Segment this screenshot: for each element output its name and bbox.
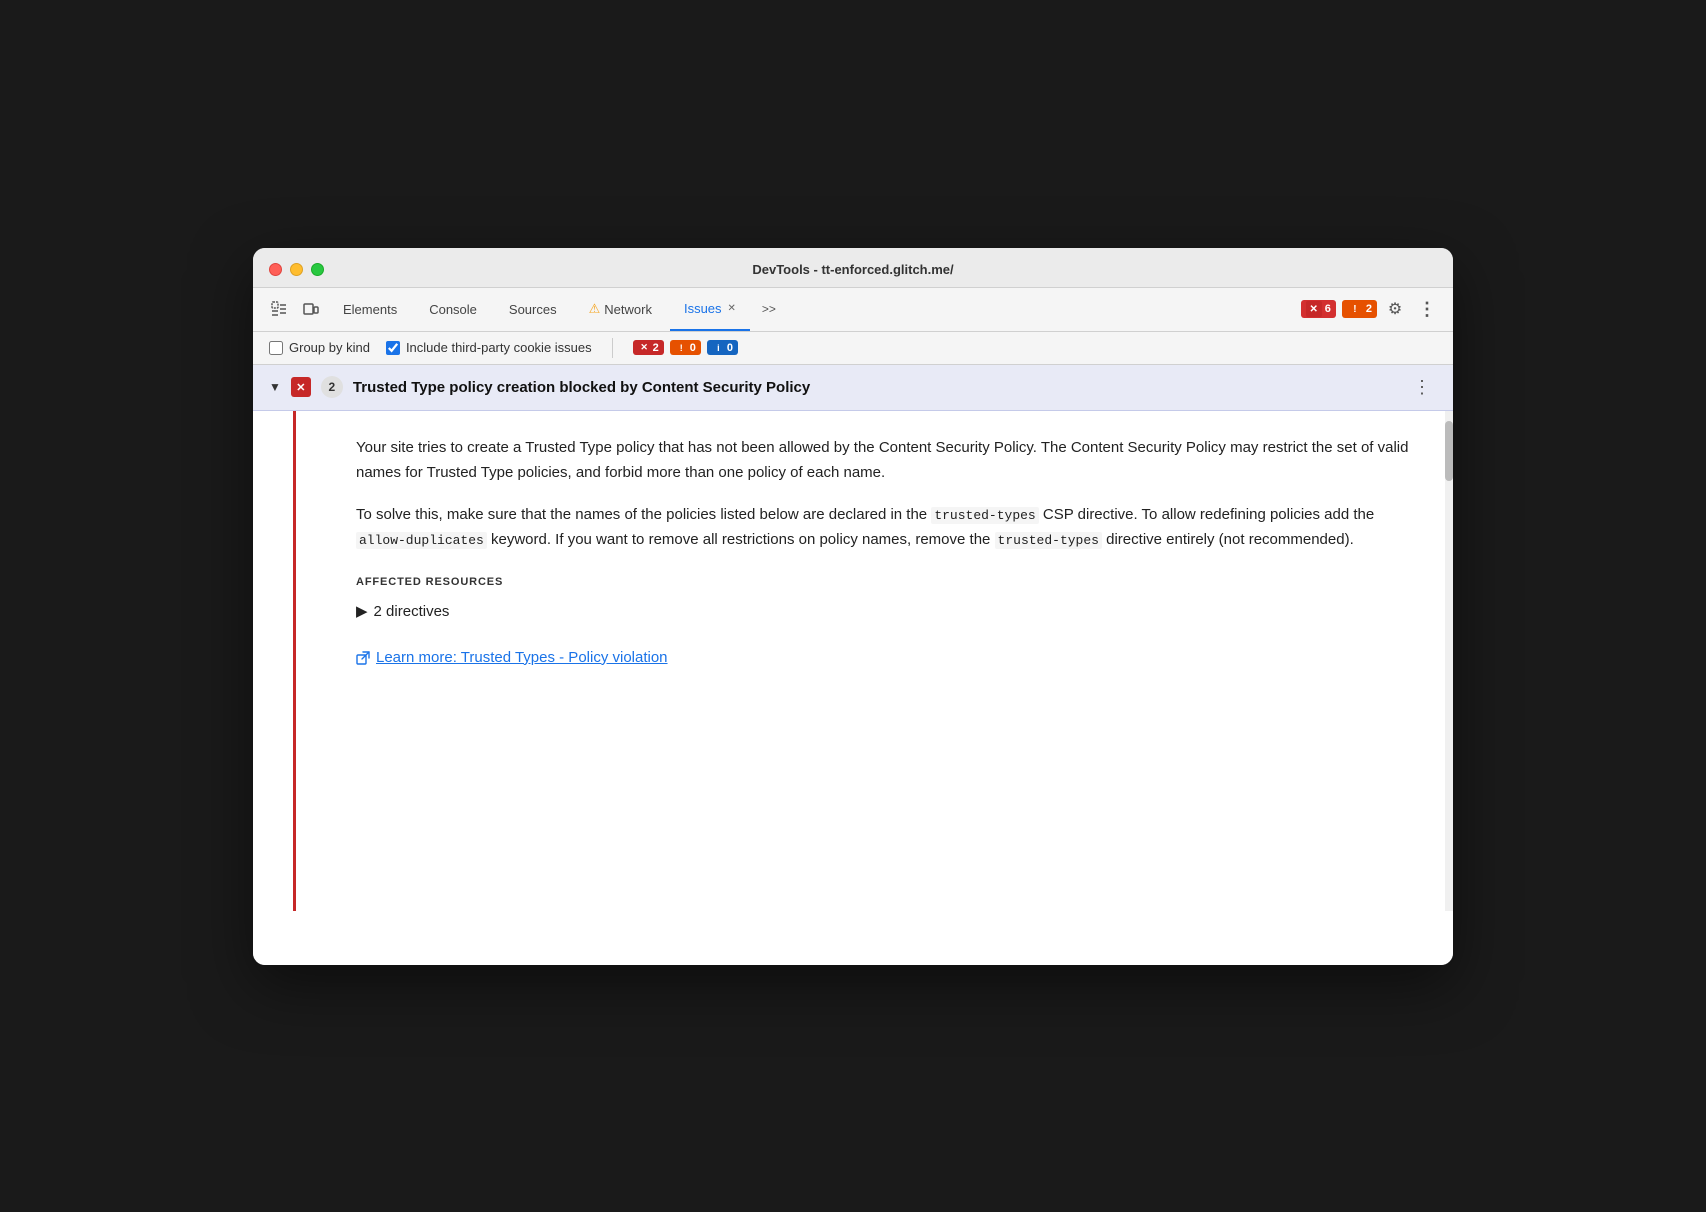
tab-network[interactable]: ⚠ Network (575, 287, 666, 331)
error-icon: ✕ (1306, 301, 1322, 317)
description-para2: To solve this, make sure that the names … (356, 502, 1413, 553)
issue-count-badge: 2 (321, 376, 343, 398)
error-badge[interactable]: ✕ 6 (1301, 300, 1336, 318)
directives-row[interactable]: ▶ 2 directives (356, 599, 1413, 625)
subbar-info-badge[interactable]: i 0 (707, 340, 738, 355)
learn-more-text: Learn more: Trusted Types - Policy viola… (376, 645, 668, 671)
minimize-button[interactable] (290, 263, 303, 276)
tab-elements[interactable]: Elements (329, 287, 411, 331)
tab-sources[interactable]: Sources (495, 287, 571, 331)
inspector-icon[interactable] (265, 295, 293, 323)
gear-icon: ⚙ (1388, 299, 1402, 319)
close-button[interactable] (269, 263, 282, 276)
settings-button[interactable]: ⚙ (1381, 295, 1409, 323)
network-warning-icon: ⚠ (589, 301, 601, 317)
affected-resources-section: AFFECTED RESOURCES ▶ 2 directives (356, 573, 1413, 625)
description-para1: Your site tries to create a Trusted Type… (356, 435, 1413, 486)
subbar-badges: ✕ 2 ! 0 i 0 (633, 340, 738, 355)
subbar-error-icon: ✕ (638, 341, 651, 354)
group-by-kind-label[interactable]: Group by kind (269, 340, 370, 355)
ellipsis-vertical-icon: ⋮ (1418, 299, 1436, 320)
subbar-error-badge[interactable]: ✕ 2 (633, 340, 664, 355)
warning-badge[interactable]: ! 2 (1342, 300, 1377, 318)
directives-expand-icon[interactable]: ▶ (356, 599, 368, 625)
traffic-lights (269, 263, 324, 276)
directives-text: 2 directives (374, 599, 450, 625)
issue-header[interactable]: ▼ ✕ 2 Trusted Type policy creation block… (253, 365, 1453, 411)
issue-error-icon: ✕ (291, 377, 311, 397)
maximize-button[interactable] (311, 263, 324, 276)
collapse-button[interactable]: ▼ (269, 380, 281, 394)
scrollbar-thumb[interactable] (1445, 421, 1453, 481)
more-options-button[interactable]: ⋮ (1413, 295, 1441, 323)
device-mode-icon[interactable] (297, 295, 325, 323)
subbar: Group by kind Include third-party cookie… (253, 332, 1453, 365)
issue-title: Trusted Type policy creation blocked by … (353, 379, 1397, 396)
warning-icon: ! (1347, 301, 1363, 317)
affected-resources-label: AFFECTED RESOURCES (356, 573, 1413, 592)
issue-body: Your site tries to create a Trusted Type… (296, 411, 1453, 911)
include-third-party-checkbox[interactable] (386, 341, 400, 355)
more-tabs-button[interactable]: >> (754, 287, 784, 331)
toolbar-right: ✕ 6 ! 2 ⚙ ⋮ (1299, 295, 1441, 323)
subbar-info-icon: i (712, 341, 725, 354)
devtools-window: DevTools - tt-enforced.glitch.me/ Elemen… (253, 248, 1453, 965)
learn-more-link[interactable]: Learn more: Trusted Types - Policy viola… (356, 645, 1413, 671)
code-allow-duplicates: allow-duplicates (356, 532, 487, 549)
issues-tab-close-icon[interactable]: ✕ (728, 303, 736, 314)
external-link-icon (356, 646, 370, 668)
code-trusted-types-2: trusted-types (995, 532, 1102, 549)
subbar-warning-icon: ! (675, 341, 688, 354)
window-title: DevTools - tt-enforced.glitch.me/ (752, 262, 953, 277)
tab-issues[interactable]: Issues ✕ (670, 287, 750, 331)
scrollbar[interactable] (1445, 411, 1453, 911)
tab-console[interactable]: Console (415, 287, 491, 331)
include-third-party-label[interactable]: Include third-party cookie issues (386, 340, 592, 355)
subbar-warning-badge[interactable]: ! 0 (670, 340, 701, 355)
titlebar: DevTools - tt-enforced.glitch.me/ (253, 248, 1453, 288)
group-by-kind-checkbox[interactable] (269, 341, 283, 355)
subbar-divider (612, 338, 613, 358)
toolbar: Elements Console Sources ⚠ Network Issue… (253, 288, 1453, 332)
code-trusted-types-1: trusted-types (931, 507, 1038, 524)
main-content: ▼ ✕ 2 Trusted Type policy creation block… (253, 365, 1453, 965)
issue-more-button[interactable]: ⋮ (1407, 375, 1437, 400)
